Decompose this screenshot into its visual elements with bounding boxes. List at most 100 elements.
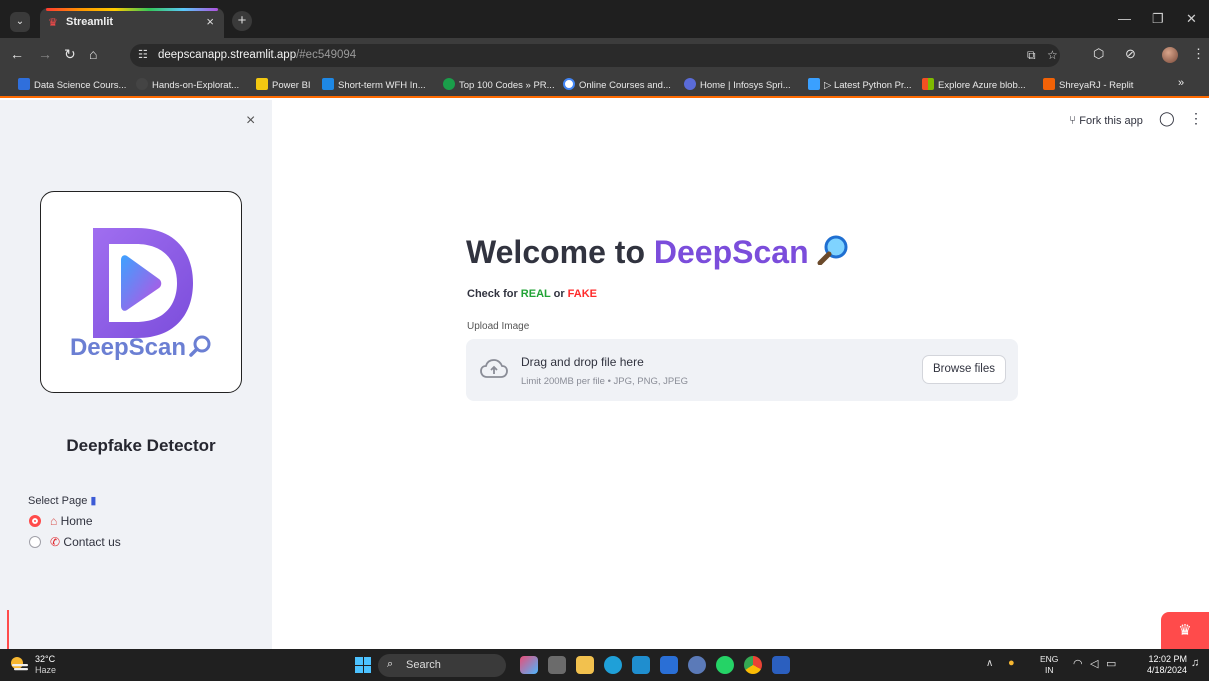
powerbi-icon	[256, 78, 268, 90]
deepscan-logo: DeepScan	[40, 191, 242, 393]
bookmark-label: Hands-on-Explorat...	[152, 80, 240, 91]
bookmark-label: Online Courses and...	[579, 80, 671, 91]
home-icon[interactable]: ⌂	[89, 46, 97, 62]
bookmark-item[interactable]: Online Courses and...	[563, 78, 671, 92]
settings-icon[interactable]	[688, 656, 706, 674]
browser-tab-bar: ⌄ ♛ Streamlit × + — ❐ ✕	[0, 0, 1209, 38]
tab-search-icon[interactable]: ⌄	[10, 12, 30, 32]
drop-title: Drag and drop file here	[521, 355, 644, 369]
task-view-icon[interactable]	[548, 656, 566, 674]
check-subtitle: Check for REAL or FAKE	[467, 288, 597, 300]
bookmark-item[interactable]: Power BI	[256, 78, 311, 92]
main-menu-icon[interactable]: ⋮	[1189, 110, 1203, 127]
window-close-icon[interactable]: ✕	[1186, 11, 1197, 27]
taskbar-search[interactable]: ⌕ Search	[378, 654, 506, 677]
tray-app-icon[interactable]: ●	[1008, 657, 1015, 669]
bookmark-item[interactable]: Data Science Cours...	[18, 78, 126, 92]
fork-icon: ⑂	[1069, 113, 1077, 127]
site-info-icon[interactable]: ☷	[138, 48, 148, 61]
language-indicator[interactable]: ENG IN	[1040, 654, 1058, 676]
bookmark-item[interactable]: Explore Azure blob...	[922, 78, 1026, 92]
browse-files-button[interactable]: Browse files	[922, 355, 1006, 384]
bookmark-label: Top 100 Codes » PR...	[459, 80, 555, 91]
extensions-icon[interactable]: ⬡	[1093, 46, 1104, 62]
sidebar-accent-bar	[7, 610, 9, 649]
bookmark-label: Explore Azure blob...	[938, 80, 1026, 91]
new-tab-button[interactable]: +	[232, 11, 252, 31]
is-icon	[322, 78, 334, 90]
reload-icon[interactable]: ↻	[64, 46, 76, 63]
bookmark-item[interactable]: ShreyaRJ - Replit	[1043, 78, 1133, 92]
bookmark-label: ▷ Latest Python Pr...	[824, 80, 912, 91]
mydesk-app-icon[interactable]	[632, 656, 650, 674]
tab-close-icon[interactable]: ×	[206, 14, 214, 29]
phone-icon: ✆	[50, 535, 61, 549]
copilot-app-icon[interactable]	[520, 656, 538, 674]
manage-app-crown-icon[interactable]: ♛	[1161, 612, 1209, 649]
microsoft-icon	[922, 78, 934, 90]
radio-home[interactable]	[29, 515, 41, 527]
logo-d-play-icon	[93, 228, 193, 338]
wifi-icon[interactable]: ◠	[1073, 657, 1083, 670]
volume-icon[interactable]: ◁	[1090, 657, 1098, 670]
sidebar-heading: Deepfake Detector	[66, 436, 216, 455]
github-icon[interactable]: ◯	[1159, 110, 1175, 127]
bookmark-item[interactable]: Home | Infosys Spri...	[684, 78, 791, 92]
cast-icon[interactable]: ⧉	[1027, 48, 1036, 63]
url-host: deepscanapp.streamlit.app	[158, 49, 297, 61]
windows-start-icon[interactable]	[355, 657, 371, 673]
lang-line2: IN	[1044, 665, 1054, 675]
house-icon: ⌂	[50, 514, 58, 528]
bookmark-item[interactable]: Short-term WFH In...	[322, 78, 426, 92]
windows-taskbar: 32°C Haze ⌕ Search ∧ ● ENG IN ◠ ◁ ▭ 12:02…	[0, 649, 1209, 681]
browser-tab-active[interactable]: ♛ Streamlit ×	[40, 8, 224, 38]
weather-haze-icon[interactable]	[8, 655, 30, 675]
bookmarks-overflow-icon[interactable]: »	[1178, 77, 1184, 91]
github-icon	[136, 78, 148, 90]
forward-icon[interactable]: →	[38, 46, 52, 62]
title-brand: DeepScan	[653, 234, 809, 270]
clock-time[interactable]: 12:02 PM	[1137, 654, 1187, 664]
magnifier-icon	[189, 335, 211, 357]
sidebar-close-icon[interactable]: ×	[246, 112, 255, 130]
address-bar[interactable]: ☷ deepscanapp.streamlit.app/#ec549094 ⧉ …	[130, 44, 1060, 67]
clock-date[interactable]: 4/18/2024	[1131, 665, 1187, 675]
logo-wordmark: DeepScan	[41, 334, 241, 362]
replit-icon	[1043, 78, 1055, 90]
file-dropzone[interactable]: Drag and drop file here Limit 200MB per …	[466, 339, 1018, 401]
file-explorer-icon[interactable]	[576, 656, 594, 674]
bookmark-label: Home | Infosys Spri...	[700, 80, 791, 91]
bookmark-item[interactable]: Top 100 Codes » PR...	[443, 78, 555, 92]
radio-label-home[interactable]: ⌂ Home	[50, 514, 93, 528]
bookmark-item[interactable]: ▷ Latest Python Pr...	[808, 78, 912, 92]
streamlit-favicon-icon: ♛	[48, 17, 58, 29]
infosys-icon	[684, 78, 696, 90]
weather-condition: Haze	[35, 665, 57, 675]
browser-menu-icon[interactable]: ⋮	[1192, 46, 1205, 62]
minimize-icon[interactable]: —	[1118, 11, 1131, 26]
edge-icon[interactable]	[604, 656, 622, 674]
select-page-label: Select Page ▮	[28, 494, 96, 507]
word-icon[interactable]	[772, 656, 790, 674]
bookmark-star-icon[interactable]: ☆	[1047, 48, 1058, 62]
bookmark-item[interactable]: Hands-on-Explorat...	[136, 78, 239, 92]
radio-label-contact[interactable]: ✆ Contact us	[50, 535, 121, 549]
tray-overflow-icon[interactable]: ∧	[986, 658, 993, 669]
store-icon[interactable]	[660, 656, 678, 674]
restore-icon[interactable]: ❐	[1152, 11, 1164, 27]
radio-contact[interactable]	[29, 536, 41, 548]
whatsapp-icon[interactable]	[716, 656, 734, 674]
magnifier-icon	[817, 235, 848, 266]
extension-ai-icon[interactable]: ⊘	[1125, 46, 1136, 62]
chrome-icon[interactable]	[744, 656, 762, 674]
notification-bell-icon[interactable]: ♫	[1191, 657, 1199, 669]
bookmark-label: ShreyaRJ - Replit	[1059, 80, 1134, 91]
python-icon	[808, 78, 820, 90]
battery-icon[interactable]: ▭	[1106, 657, 1116, 670]
profile-avatar[interactable]	[1162, 47, 1178, 63]
bookmark-label: Power BI	[272, 80, 311, 91]
bookmark-label: Short-term WFH In...	[338, 80, 426, 91]
bookmarks-bar: Data Science Cours... Hands-on-Explorat.…	[0, 72, 1209, 98]
back-icon[interactable]: ←	[10, 46, 24, 62]
fork-app-button[interactable]: ⑂ Fork this app	[1069, 113, 1143, 127]
